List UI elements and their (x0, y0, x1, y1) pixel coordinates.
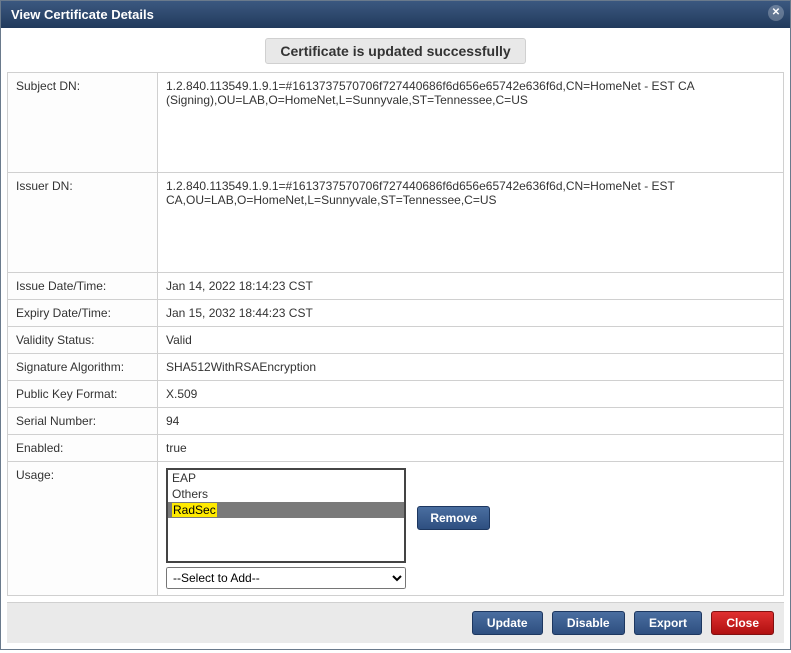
label-sig-alg: Signature Algorithm: (8, 354, 158, 381)
row-enabled: Enabled: true (8, 435, 784, 462)
label-subject-dn: Subject DN: (8, 73, 158, 173)
row-validity: Validity Status: Valid (8, 327, 784, 354)
value-expiry-date: Jan 15, 2032 18:44:23 CST (158, 300, 784, 327)
row-sig-alg: Signature Algorithm: SHA512WithRSAEncryp… (8, 354, 784, 381)
value-pk-format: X.509 (158, 381, 784, 408)
label-validity: Validity Status: (8, 327, 158, 354)
row-issue-date: Issue Date/Time: Jan 14, 2022 18:14:23 C… (8, 273, 784, 300)
usage-item-others[interactable]: Others (168, 486, 404, 502)
label-usage: Usage: (8, 462, 158, 596)
row-serial: Serial Number: 94 (8, 408, 784, 435)
usage-listbox[interactable]: EAP Others RadSec (166, 468, 406, 563)
row-subject-dn: Subject DN: 1.2.840.113549.1.9.1=#161373… (8, 73, 784, 173)
value-enabled: true (158, 435, 784, 462)
close-icon[interactable]: ✕ (768, 5, 784, 21)
label-expiry-date: Expiry Date/Time: (8, 300, 158, 327)
label-issuer-dn: Issuer DN: (8, 173, 158, 273)
value-serial: 94 (158, 408, 784, 435)
usage-add-select[interactable]: --Select to Add-- (166, 567, 406, 589)
success-bar: Certificate is updated successfully (1, 28, 790, 72)
success-message: Certificate is updated successfully (265, 38, 525, 64)
export-button[interactable]: Export (634, 611, 702, 635)
row-pk-format: Public Key Format: X.509 (8, 381, 784, 408)
value-sig-alg: SHA512WithRSAEncryption (158, 354, 784, 381)
row-usage: Usage: EAP Others RadSec Remove --Select… (8, 462, 784, 596)
label-serial: Serial Number: (8, 408, 158, 435)
usage-item-eap[interactable]: EAP (168, 470, 404, 486)
certificate-dialog: View Certificate Details ✕ Certificate i… (0, 0, 791, 650)
label-enabled: Enabled: (8, 435, 158, 462)
value-issue-date: Jan 14, 2022 18:14:23 CST (158, 273, 784, 300)
dialog-title: View Certificate Details (11, 7, 154, 22)
dialog-header: View Certificate Details ✕ (1, 1, 790, 28)
label-pk-format: Public Key Format: (8, 381, 158, 408)
value-validity: Valid (158, 327, 784, 354)
value-subject-dn: 1.2.840.113549.1.9.1=#1613737570706f7274… (158, 73, 784, 173)
label-issue-date: Issue Date/Time: (8, 273, 158, 300)
remove-button[interactable]: Remove (417, 506, 490, 530)
disable-button[interactable]: Disable (552, 611, 625, 635)
dialog-footer: Update Disable Export Close (7, 602, 784, 643)
usage-item-radsec[interactable]: RadSec (168, 502, 404, 518)
close-button[interactable]: Close (711, 611, 774, 635)
value-issuer-dn: 1.2.840.113549.1.9.1=#1613737570706f7274… (158, 173, 784, 273)
update-button[interactable]: Update (472, 611, 543, 635)
row-expiry-date: Expiry Date/Time: Jan 15, 2032 18:44:23 … (8, 300, 784, 327)
details-table: Subject DN: 1.2.840.113549.1.9.1=#161373… (7, 72, 784, 596)
row-issuer-dn: Issuer DN: 1.2.840.113549.1.9.1=#1613737… (8, 173, 784, 273)
cell-usage: EAP Others RadSec Remove --Select to Add… (158, 462, 784, 596)
